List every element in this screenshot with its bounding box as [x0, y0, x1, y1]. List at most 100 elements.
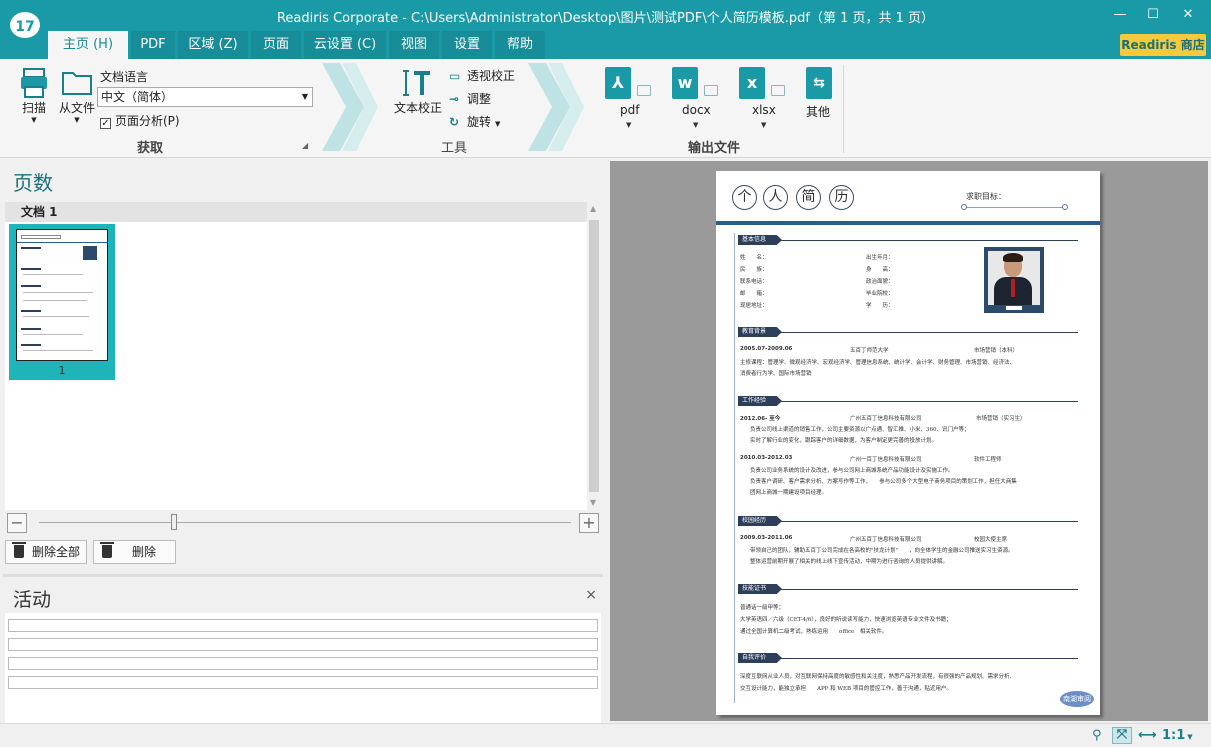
section-self-eval: 自我评价	[738, 653, 782, 663]
tab-home[interactable]: 主页 (H)	[48, 31, 128, 59]
perspective-correction-button[interactable]: ▭ 透视校正	[449, 67, 515, 84]
page-analysis-checkbox[interactable]: ✓ 页面分析(P)	[100, 112, 180, 129]
fit-page-icon[interactable]: ⤧	[1112, 727, 1132, 744]
dialog-launcher-icon[interactable]: ◢	[302, 141, 308, 150]
acquire-group-title: 获取	[137, 141, 164, 156]
work-line: 实时了解行业的变化，跟踪客户的详细数据，为客户制定更完善的投放计划。	[750, 438, 938, 444]
folder-small-icon	[637, 85, 651, 96]
scrollbar-thumb[interactable]	[589, 220, 599, 492]
tab-settings[interactable]: 设置	[442, 31, 492, 59]
thumbnail-page-preview	[16, 229, 108, 361]
status-bar: ⚲ ⤧ ⟷ 1:1 ▼	[0, 723, 1211, 747]
section-rule	[778, 332, 1078, 333]
thumbnail-page-number: 1	[58, 364, 66, 377]
swap-icon: ⇆	[806, 67, 832, 99]
activity-list	[5, 613, 601, 724]
language-value: 中文（简体）	[101, 90, 174, 104]
tab-pdf[interactable]: PDF	[131, 31, 175, 59]
zoom-in-button[interactable]: +	[579, 513, 599, 533]
close-button[interactable]: ✕	[1172, 4, 1204, 26]
section-basic-info: 基本信息	[738, 235, 782, 245]
profile-photo	[984, 247, 1044, 313]
activity-close-icon[interactable]: ×	[585, 587, 597, 603]
ribbon: 扫描 ▼ 从文件 ▼ 文档语言 中文（简体） ▼ ✓ 页面分析(P) 获取 ◢ 文…	[0, 59, 1211, 158]
document-header[interactable]: 文档 1	[5, 202, 587, 222]
pages-panel: 页数 文档 1 1 ▲ ▼ − + 删除全部 删除 活动 ×	[3, 161, 603, 724]
info-field: 政治面貌：	[866, 279, 894, 285]
docx-label: docx	[682, 103, 711, 117]
goal-dot	[1062, 204, 1068, 210]
document-view[interactable]: 个 人 简 历 求职目标： 基本信息 姓 名： 民 族： 联系电话： 邮 箱： …	[610, 161, 1208, 721]
minimize-button[interactable]: —	[1104, 4, 1136, 26]
self-eval-line: 深度互联网从业人员，对互联网保持高度的敏感性和关注度，熟悉产品开发流程，有很强的…	[740, 674, 1016, 680]
info-field: 毕业院校：	[866, 291, 894, 297]
edu-line: 主修课程：管理学、微观经济学、宏观经济学、管理信息系统、统计学、会计学、财务管理…	[740, 360, 1016, 366]
campus-line: 带领自己的团队，辅助五百丁公司完成在各高校的"扶龙计划" ，向全体学生的金融公司…	[750, 548, 1014, 554]
delete-all-button[interactable]: 删除全部	[5, 540, 87, 564]
zoom-slider-track[interactable]	[39, 522, 571, 523]
info-field: 出生年月：	[866, 255, 894, 261]
thumbnail-zoom: − +	[5, 512, 601, 534]
edu-line: 消费者行为学、国际市场营销	[740, 371, 812, 377]
self-eval-line: 交互设计能力，能独立承担 APP 和 WEB 项目的管控工作，善于沟通，贴近用户…	[740, 686, 952, 692]
chevron-down-icon: ▼	[301, 92, 308, 101]
work-role: 软件工程师	[974, 457, 1002, 463]
folder-small-icon	[704, 85, 718, 96]
magnifier-icon[interactable]: ⚲	[1092, 728, 1102, 743]
delete-label: 删除	[132, 545, 157, 559]
window-title: Readiris Corporate - C:\Users\Administra…	[276, 11, 935, 26]
section-education: 教育背景	[738, 327, 782, 337]
title-char: 个	[732, 185, 757, 210]
from-file-button[interactable]: 从文件 ▼	[56, 67, 98, 124]
perspective-icon: ▭	[449, 69, 461, 83]
text-correction-button[interactable]: 文本校正	[392, 67, 444, 116]
edu-major: 市场营销（本科）	[974, 348, 1019, 354]
store-button[interactable]: Readiris 商店	[1120, 34, 1206, 56]
scan-button[interactable]: 扫描 ▼	[14, 67, 54, 124]
document-page[interactable]: 个 人 简 历 求职目标： 基本信息 姓 名： 民 族： 联系电话： 邮 箱： …	[716, 171, 1100, 715]
campus-date: 2009.03-2011.06	[740, 535, 793, 541]
tab-help[interactable]: 帮助	[495, 31, 545, 59]
scanner-icon	[21, 68, 47, 98]
adjust-button[interactable]: ⊸ 调整	[449, 90, 491, 107]
page-analysis-label: 页面分析(P)	[115, 114, 180, 128]
delete-button[interactable]: 删除	[93, 540, 176, 564]
zoom-ratio-label: 1:1	[1162, 728, 1186, 743]
zoom-slider-handle[interactable]	[171, 514, 177, 530]
pages-scrollbar[interactable]: ▲ ▼	[587, 202, 601, 510]
delete-all-label: 删除全部	[32, 545, 81, 559]
tools-group-title: 工具	[441, 141, 468, 156]
other-label: 其他	[806, 105, 831, 119]
section-rule	[778, 589, 1078, 590]
section-rule	[778, 521, 1078, 522]
tab-view[interactable]: 视图	[389, 31, 439, 59]
section-rule	[778, 240, 1078, 241]
tab-zones[interactable]: 区域 (Z)	[178, 31, 248, 59]
app-logo-icon[interactable]: 17	[8, 10, 42, 40]
word-file-icon: w	[672, 67, 698, 99]
scroll-down-icon[interactable]: ▼	[590, 498, 596, 507]
tab-pages[interactable]: 页面	[251, 31, 301, 59]
scan-label: 扫描	[21, 101, 46, 115]
maximize-button[interactable]: ☐	[1137, 4, 1169, 26]
scroll-up-icon[interactable]: ▲	[590, 204, 596, 213]
work-line: 负责公司业务系统的设计及改进，参与公司网上商城系统产品功能设计及实施工作。	[750, 468, 954, 474]
skill-line: 大学英语四／六级（CET-4/6），良好的听说读写能力，快速浏览英语专业文件及书…	[740, 617, 952, 623]
language-select[interactable]: 中文（简体） ▼	[97, 87, 313, 107]
tab-cloud-settings[interactable]: 云设置 (C)	[304, 31, 386, 59]
zoom-out-button[interactable]: −	[7, 513, 27, 533]
chevron-separator-icon	[528, 63, 584, 151]
campus-role: 校园大使主席	[974, 537, 1008, 543]
edu-school: 五百丁师范大学	[850, 348, 889, 354]
page-thumbnail[interactable]: 1	[9, 224, 115, 380]
fit-width-icon[interactable]: ⟷	[1138, 728, 1157, 743]
pdf-file-icon: ⅄	[605, 67, 631, 99]
actual-size-button[interactable]: 1:1 ▼	[1162, 728, 1193, 743]
pages-title: 页数	[13, 171, 53, 195]
info-field: 联系电话：	[740, 279, 768, 285]
text-cursor-icon	[403, 70, 430, 96]
excel-file-icon: x	[739, 67, 765, 99]
rotate-button[interactable]: ↻ 旋转 ▼	[449, 113, 500, 130]
pdf-label: pdf	[620, 103, 640, 117]
activity-progress-bar	[8, 619, 598, 632]
